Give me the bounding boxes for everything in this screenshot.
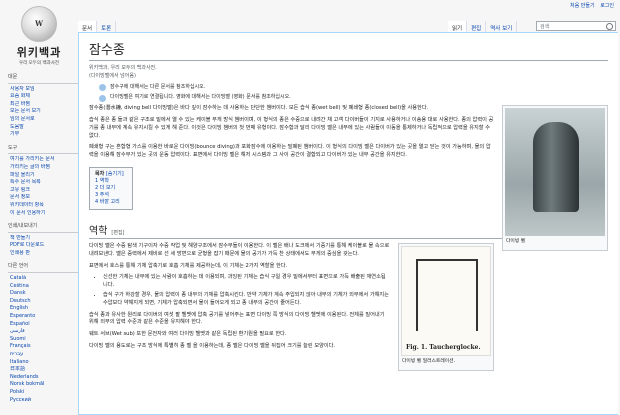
sidebar-item[interactable]: Català xyxy=(10,275,86,283)
login-link[interactable]: 로그인 xyxy=(600,3,614,9)
sidebar-item[interactable]: Русский xyxy=(10,397,86,405)
sidebar-item[interactable]: Dansk xyxy=(10,290,86,298)
hatnote-text-2: 다이빙벨은 여기로 연결됩니다. 영화에 대해서는 다이빙벨 (영화) 문서를 … xyxy=(110,94,291,101)
table-of-contents: 목차 [숨기기] 1 역학 2 더 보기 3 주석 4 바깥 고리 xyxy=(89,166,133,210)
sidebar-portal: 도구 여기를 가리키는 문서 가리키는 글의 바뀜 파일 올리기 특수 문서 목록 고유 … xyxy=(8,145,86,218)
paragraph: 표면에서 호스를 통해 기체 압축기로 호흡 기체를 제공하는데, 이 기체는 … xyxy=(89,262,288,269)
illustration-image[interactable]: Fig. 1. Taucherglocke. xyxy=(401,245,491,356)
thumbnail-caption: 다이빙 벨 xyxy=(506,239,526,245)
sidebar-item[interactable]: فارسی xyxy=(10,328,86,336)
sidebar-item[interactable]: Norsk bokmål xyxy=(10,381,86,389)
thumbnail-diving-bell: 다이빙 벨 xyxy=(502,105,608,251)
sidebar-item[interactable]: 특수 문서 목록 xyxy=(10,179,86,187)
page-title: 잠수종 xyxy=(89,39,608,61)
thumbnail-illustration: Fig. 1. Taucherglocke. 다이빙 벨 일러스트레이션. xyxy=(398,242,494,371)
sidebar-item[interactable]: 요즘 화제 xyxy=(10,93,86,101)
wikipedia-globe-icon: W xyxy=(21,6,57,42)
paragraph: 웨트 서브(Wet sub) 또한 문전자와 여러 다이빙 헬멧과 같은 독립된… xyxy=(89,331,287,338)
sidebar: 대문사용자 모임 요즘 화제 최근 바뀜 모든 문서 보기 임의 문서로 도움말 기부도구 여… xyxy=(0,74,86,410)
site-logo[interactable]: W 위키백과 우리 모두의 백과사전 xyxy=(0,0,78,72)
sidebar-item[interactable]: 여기를 가리키는 문서 xyxy=(10,156,86,164)
section-title: 역학 xyxy=(89,225,108,237)
hatnote-text-1: 잠수구에 대해서는 다른 문서를 참조하십시오. xyxy=(110,83,206,90)
sidebar-item[interactable]: PDF로 다운로드 xyxy=(10,242,86,250)
thumbnail-caption: 다이빙 벨 일러스트레이션. xyxy=(402,358,456,364)
sidebar-item[interactable]: Français xyxy=(10,343,86,351)
paragraph: 다이빙 벨의 용도로는 구조 방식에 특별히 종 벨 을 이용하는데, 종 벨은… xyxy=(89,342,336,349)
sidebar-portal-heading: 다른 언어 xyxy=(8,263,82,274)
search-placeholder: 검색 xyxy=(540,24,550,30)
sidebar-item[interactable]: Polski xyxy=(10,389,86,397)
sidebar-item[interactable]: 파일 올리기 xyxy=(10,172,86,180)
sidebar-item[interactable]: עברית xyxy=(10,351,86,359)
sidebar-portal: 대문사용자 모임 요즘 화제 최근 바뀜 모든 문서 보기 임의 문서로 도움말 기부 xyxy=(8,74,86,139)
bullet-list: 신선한 기체는 내부에 있는 사람이 호흡하는 데 이용되며, 과잉된 기체는 … xyxy=(103,274,608,307)
logo-subtitle: 우리 모두의 백과사전 xyxy=(18,61,60,66)
sidebar-item[interactable]: Deutsch xyxy=(10,298,86,306)
sidebar-item[interactable]: 최근 바뀜 xyxy=(10,101,86,109)
toc-toggle-button[interactable]: [숨기기] xyxy=(106,171,124,177)
sidebar-item[interactable]: Suomi xyxy=(10,336,86,344)
bell-diagram xyxy=(416,258,478,331)
sidebar-item[interactable]: 사용자 모임 xyxy=(10,86,86,94)
sidebar-portal: 인쇄/내보내기책 만들기 PDF로 다운로드 인쇄용 판 xyxy=(8,223,86,258)
info-icon xyxy=(99,94,106,102)
sidebar-item[interactable]: 가리키는 글의 바뀜 xyxy=(10,164,86,172)
sidebar-portal-heading: 인쇄/내보내기 xyxy=(8,223,82,233)
illustration-inner-caption: Fig. 1. Taucherglocke. xyxy=(406,343,481,351)
toc-item[interactable]: 4 바깥 고리 xyxy=(95,199,124,206)
sidebar-item[interactable]: 임의 문서로 xyxy=(10,116,86,124)
sidebar-portal-heading[interactable]: 대문 xyxy=(8,74,82,84)
bell-shape xyxy=(533,122,579,213)
toc-item[interactable]: 2 더 보기 xyxy=(95,185,124,192)
sidebar-item[interactable]: 인쇄용 판 xyxy=(10,250,86,258)
sidebar-item[interactable]: Esperanto xyxy=(10,313,86,321)
sidebar-item[interactable]: 위키데이터 항목 xyxy=(10,202,86,210)
sidebar-portal-heading: 도구 xyxy=(8,145,82,155)
sidebar-item[interactable]: English xyxy=(10,305,86,313)
sidebar-item[interactable]: Italiano xyxy=(10,359,86,367)
personal-tools: 처음 만들기 로그인 xyxy=(566,2,614,9)
toc-title: 목차 xyxy=(95,170,105,177)
sidebar-item[interactable]: 도움말 xyxy=(10,124,86,132)
sidebar-item[interactable]: 모든 문서 보기 xyxy=(10,108,86,116)
redirect-note[interactable]: (다이빙벨에서 넘어옴) xyxy=(89,73,608,81)
paragraph: 습식 종과 유사한 원리로 다이버의 여섯 팔 헬멧에 압축 공기를 넣어주는 … xyxy=(89,311,385,326)
from-site-note: 위키백과, 우리 모두의 백과사전. xyxy=(89,65,157,71)
hatnote-1: 잠수구에 대해서는 다른 문서를 참조하십시오. xyxy=(99,84,608,92)
list-item: 습식 구가 하강할 경우, 물의 압력이 종 내부의 기체를 압축시킨다. 만약… xyxy=(103,292,608,308)
create-account-link[interactable]: 처음 만들기 xyxy=(570,3,595,9)
section-edit-link[interactable]: [편집] xyxy=(111,230,124,236)
toc-item[interactable]: 3 주석 xyxy=(95,192,124,199)
sidebar-item[interactable]: 기부 xyxy=(10,131,86,139)
search-icon[interactable] xyxy=(606,23,613,30)
diving-bell-photo[interactable] xyxy=(505,108,605,237)
sidebar-item[interactable]: 이 문서 인용하기 xyxy=(10,210,86,218)
hatnote-2: 다이빙벨은 여기로 연결됩니다. 영화에 대해서는 다이빙벨 (영화) 문서를 … xyxy=(99,94,608,102)
sidebar-item[interactable]: Español xyxy=(10,321,86,329)
list-item: 신선한 기체는 내부에 있는 사람이 호흡하는 데 이용되며, 과잉된 기체는 … xyxy=(103,274,608,290)
search-input[interactable]: 검색 xyxy=(536,21,616,31)
sidebar-item[interactable]: 책 만들기 xyxy=(10,235,86,243)
sidebar-item[interactable]: 日本語 xyxy=(10,366,86,374)
sidebar-item[interactable]: 고유 링크 xyxy=(10,187,86,195)
sidebar-item[interactable]: Nederlands xyxy=(10,374,86,382)
info-icon xyxy=(99,83,106,91)
toc-item[interactable]: 1 역학 xyxy=(95,178,124,185)
logo-title: 위키백과 xyxy=(16,46,62,59)
sidebar-item[interactable]: Čeština xyxy=(10,283,86,291)
sidebar-item[interactable]: 문서 정보 xyxy=(10,194,86,202)
article-content: 잠수종 위키백과, 우리 모두의 백과사전. (다이빙벨에서 넘어옴) 잠수구에… xyxy=(78,32,618,415)
sidebar-portal: 다른 언어 Català Čeština Dansk Deutsch English Esp… xyxy=(8,263,86,405)
